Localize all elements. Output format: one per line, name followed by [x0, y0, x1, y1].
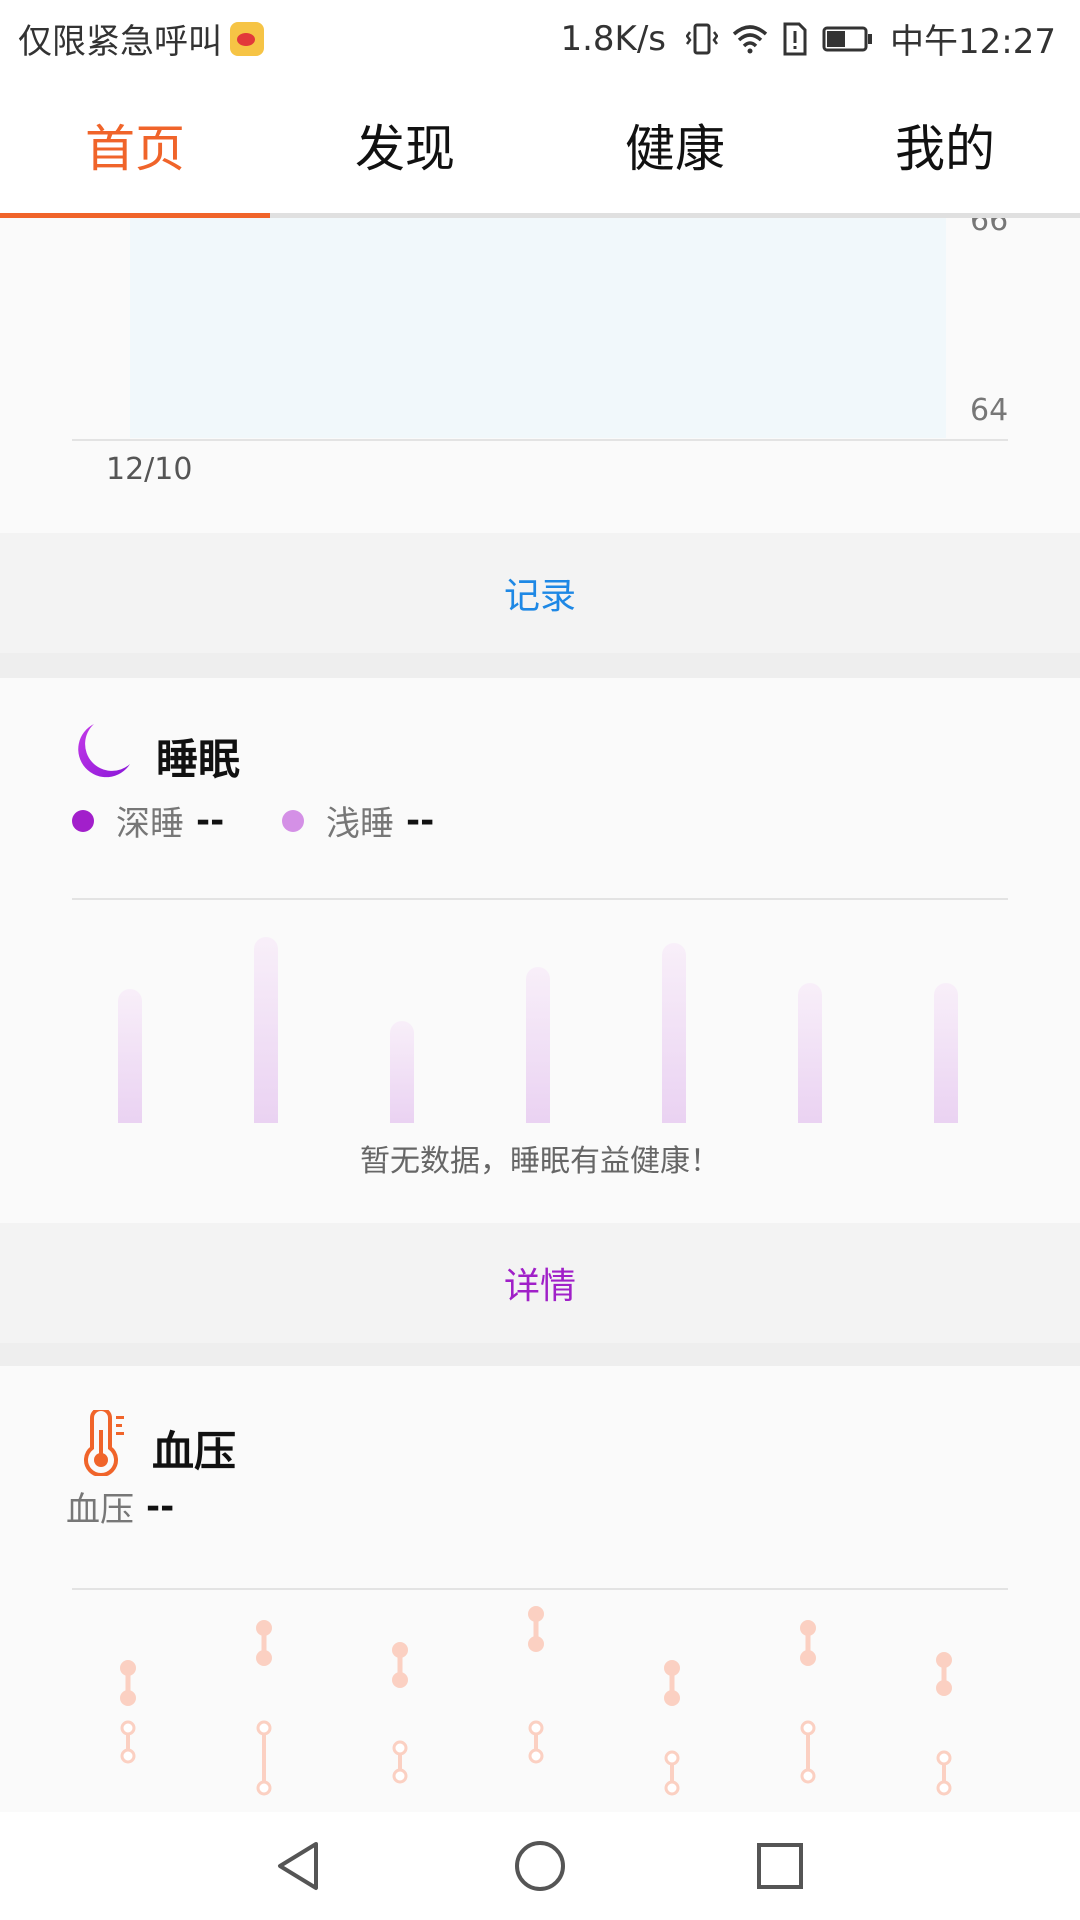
bp-point — [392, 1672, 408, 1688]
moon-icon — [78, 724, 130, 778]
bp-point — [664, 1690, 680, 1706]
sleep-divider — [72, 898, 1008, 900]
bp-point — [256, 1620, 272, 1636]
bp-point — [800, 1720, 816, 1736]
x-tick-date: 12/10 — [106, 452, 193, 487]
clock-text: 中午12:27 — [890, 22, 1056, 62]
deep-sleep-legend: 深睡 -- — [72, 796, 224, 845]
sleep-bar — [662, 943, 686, 1123]
bp-point — [256, 1780, 272, 1796]
bp-point — [392, 1642, 408, 1658]
blood-pressure-card[interactable]: 血压 血压 -- — [0, 1366, 1080, 1812]
sleep-empty-message: 暂无数据，睡眠有益健康！ — [360, 1144, 720, 1179]
sleep-bar — [254, 937, 278, 1123]
bp-point — [664, 1780, 680, 1796]
light-sleep-dot — [282, 809, 304, 832]
status-right: 1.8K/s 中午12:27 — [560, 14, 1056, 63]
bp-point — [120, 1660, 136, 1676]
heart-area — [130, 218, 946, 438]
sleep-title: 睡眠 — [156, 735, 241, 784]
bp-point — [528, 1720, 544, 1736]
main-tabs: 首页 发现 健康 我的 — [0, 76, 1080, 218]
bp-chart — [120, 1606, 952, 1796]
deep-sleep-value: -- — [196, 800, 225, 841]
light-sleep-value: -- — [406, 800, 435, 841]
light-sleep-label: 浅睡 — [326, 804, 394, 844]
bp-point — [120, 1748, 136, 1764]
bp-point — [936, 1652, 952, 1668]
bp-point — [936, 1680, 952, 1696]
bp-point — [528, 1606, 544, 1622]
bp-point — [392, 1740, 408, 1756]
weibo-icon — [230, 21, 264, 56]
bp-point — [528, 1636, 544, 1652]
bp-point — [256, 1650, 272, 1666]
carrier-text: 仅限紧急呼叫 — [18, 22, 222, 62]
back-icon[interactable] — [272, 1838, 328, 1894]
recents-icon[interactable] — [752, 1838, 808, 1894]
bp-point — [800, 1650, 816, 1666]
status-left: 仅限紧急呼叫 — [18, 14, 264, 63]
tab-health[interactable]: 健康 — [540, 76, 810, 213]
bp-point — [800, 1768, 816, 1784]
record-button[interactable]: 记录 — [0, 533, 1080, 653]
y-tick-bottom: 64 — [970, 393, 1008, 428]
home-icon[interactable] — [512, 1838, 568, 1894]
bp-point — [664, 1660, 680, 1676]
system-nav-bar — [0, 1812, 1080, 1920]
bp-point — [936, 1780, 952, 1796]
bp-point — [120, 1720, 136, 1736]
light-sleep-legend: 浅睡 -- — [282, 796, 434, 845]
sleep-bar — [118, 989, 142, 1123]
vibrate-icon — [686, 23, 719, 54]
sim-alert-icon — [783, 22, 807, 55]
wifi-icon — [732, 24, 768, 53]
battery-icon — [822, 26, 873, 51]
tab-discover[interactable]: 发现 — [270, 76, 540, 213]
deep-sleep-dot — [72, 809, 94, 832]
bp-point — [256, 1720, 272, 1736]
bp-point — [800, 1620, 816, 1636]
tab-home[interactable]: 首页 — [0, 76, 270, 218]
sleep-bar — [798, 983, 822, 1123]
bp-point — [120, 1690, 136, 1706]
sleep-bar — [526, 967, 550, 1123]
status-bar: 仅限紧急呼叫 1.8K/s 中午12:27 — [0, 0, 1080, 76]
tab-mine[interactable]: 我的 — [810, 76, 1080, 213]
bp-point — [664, 1750, 680, 1766]
sleep-bar — [934, 983, 958, 1123]
y-tick-top: 66 — [970, 218, 1008, 238]
net-speed-text: 1.8K/s — [560, 18, 667, 59]
sleep-detail-button[interactable]: 详情 — [0, 1223, 1080, 1343]
heart-rate-card: 66 64 12/10 — [0, 218, 1080, 533]
deep-sleep-label: 深睡 — [116, 804, 184, 844]
bp-point — [936, 1750, 952, 1766]
bp-point — [392, 1768, 408, 1784]
content-scroll[interactable]: 66 64 12/10 记录 睡眠 深睡 -- 浅睡 -- 暂无数据，睡眠有益健… — [0, 218, 1080, 1812]
sleep-bar — [390, 1021, 414, 1123]
sleep-card[interactable]: 睡眠 深睡 -- 浅睡 -- 暂无数据，睡眠有益健康！ — [0, 678, 1080, 1223]
bp-point — [528, 1748, 544, 1764]
